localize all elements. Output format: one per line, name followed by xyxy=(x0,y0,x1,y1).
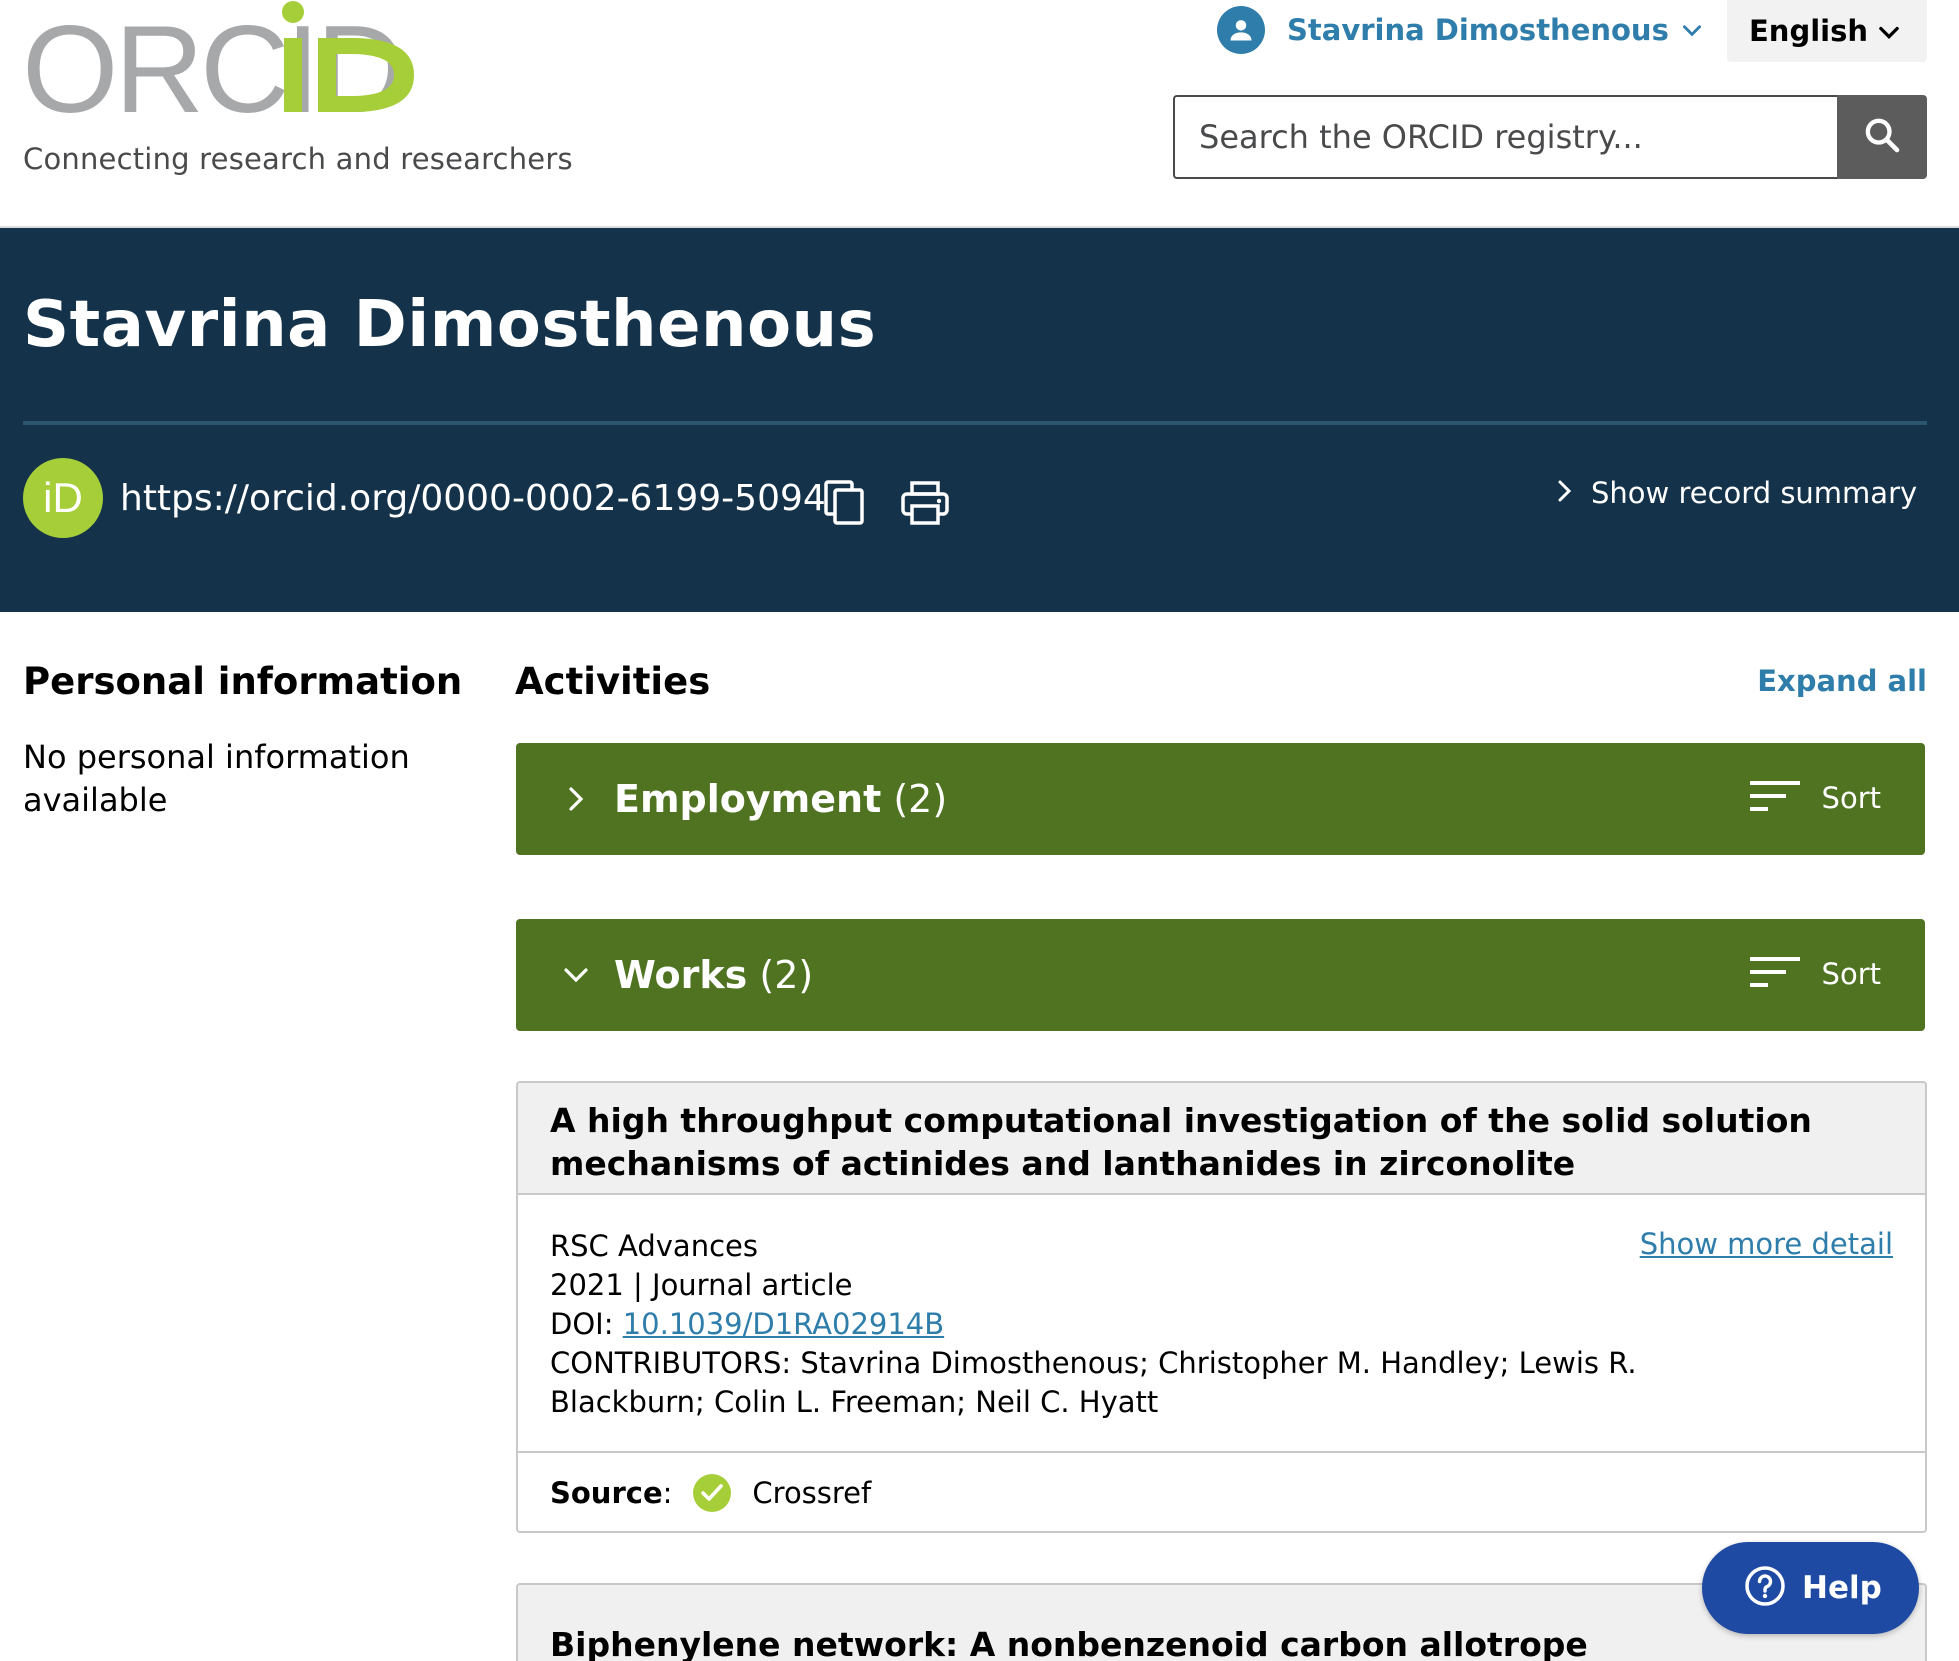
sort-label: Sort xyxy=(1821,781,1881,815)
user-name: Stavrina Dimosthenous xyxy=(1287,13,1669,47)
record-name: Stavrina Dimosthenous xyxy=(23,288,877,362)
work-source: Source: Crossref xyxy=(518,1453,1925,1531)
language-select[interactable]: English xyxy=(1727,0,1927,62)
question-circle-icon xyxy=(1744,1565,1786,1611)
activities-heading: Activities xyxy=(515,660,711,703)
work-details: RSC Advances 2021 | Journal article DOI:… xyxy=(518,1195,1925,1453)
employment-section-title: Employment (2) xyxy=(614,777,948,821)
print-icon[interactable] xyxy=(900,480,950,526)
registry-search xyxy=(1173,95,1927,179)
work-year-type: 2021 | Journal article xyxy=(550,1268,853,1302)
employment-section-header[interactable]: Employment (2) Sort xyxy=(516,743,1925,855)
help-label: Help xyxy=(1802,1570,1882,1606)
orcid-id-icon: iD xyxy=(23,458,103,538)
works-section-title: Works (2) xyxy=(614,953,814,997)
show-record-summary-label: Show record summary xyxy=(1591,476,1918,510)
source-label: Source xyxy=(550,1476,663,1510)
search-icon xyxy=(1862,115,1902,159)
chevron-down-icon xyxy=(1875,18,1903,50)
language-label: English xyxy=(1749,14,1869,48)
expand-all-link[interactable]: Expand all xyxy=(1757,664,1927,698)
show-record-summary-toggle[interactable]: Show record summary xyxy=(1553,476,1917,510)
sort-label: Sort xyxy=(1821,957,1881,991)
work-doi: DOI: 10.1039/D1RA02914B xyxy=(550,1307,945,1341)
orcid-logo[interactable]: ORCID xyxy=(22,0,432,120)
personal-information-empty-text: No personal information available xyxy=(23,738,410,819)
sort-icon xyxy=(1749,955,1800,993)
chevron-down-icon xyxy=(556,955,596,995)
help-button[interactable]: Help xyxy=(1702,1542,1919,1634)
show-more-detail-link[interactable]: Show more detail xyxy=(1640,1227,1893,1261)
doi-link[interactable]: 10.1039/D1RA02914B xyxy=(623,1307,944,1341)
banner-divider xyxy=(23,421,1927,425)
svg-text:iD: iD xyxy=(43,474,83,521)
tagline: Connecting research and researchers xyxy=(23,142,573,176)
works-section-header[interactable]: Works (2) Sort xyxy=(516,919,1925,1031)
work-title: Biphenylene network: A nonbenzenoid carb… xyxy=(550,1625,1588,1661)
user-menu[interactable]: Stavrina Dimosthenous xyxy=(1217,4,1705,56)
work-contributors: CONTRIBUTORS: Stavrina Dimosthenous; Chr… xyxy=(550,1346,1637,1419)
sort-icon xyxy=(1749,779,1800,817)
search-button[interactable] xyxy=(1837,95,1927,179)
copy-icon[interactable] xyxy=(822,478,866,526)
work-header: A high throughput computational investig… xyxy=(518,1083,1925,1195)
personal-information-heading: Personal information xyxy=(23,660,463,703)
user-avatar-icon xyxy=(1217,6,1265,54)
work-title: A high throughput computational investig… xyxy=(550,1101,1812,1183)
work-card: A high throughput computational investig… xyxy=(516,1081,1927,1533)
works-sort-button[interactable]: Sort xyxy=(1749,955,1881,993)
chevron-right-icon xyxy=(1553,478,1575,508)
source-name: Crossref xyxy=(752,1476,872,1510)
orcid-record-page: ORCID Connecting research and researcher… xyxy=(0,0,1959,1661)
record-banner: Stavrina Dimosthenous iD https://orcid.o… xyxy=(0,228,1959,612)
verified-check-icon xyxy=(692,1473,732,1513)
search-input[interactable] xyxy=(1173,95,1837,179)
employment-sort-button[interactable]: Sort xyxy=(1749,779,1881,817)
chevron-right-icon xyxy=(556,779,596,819)
chevron-down-icon xyxy=(1679,17,1705,43)
orcid-id-url: https://orcid.org/0000-0002-6199-5094 xyxy=(120,478,826,519)
